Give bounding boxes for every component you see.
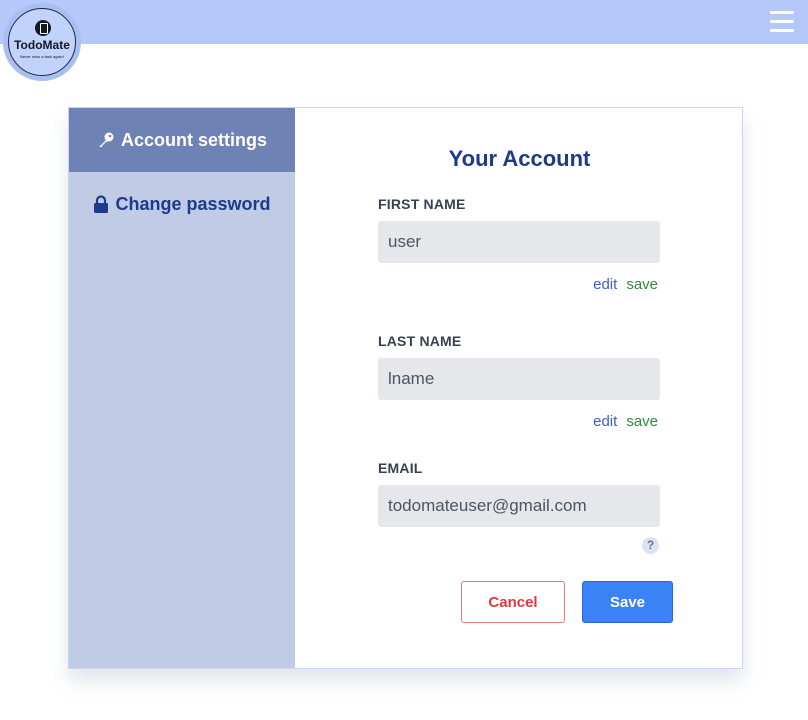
last-name-input[interactable] xyxy=(378,358,660,400)
sidebar-item-account-settings[interactable]: Account settings xyxy=(69,108,295,172)
sidebar-item-label: Account settings xyxy=(120,129,267,150)
key-icon xyxy=(98,132,114,147)
top-bar xyxy=(0,0,808,44)
last-name-save-link[interactable]: save xyxy=(626,413,658,430)
logo-tagline: Never miss a task again! xyxy=(20,54,64,59)
first-name-input[interactable] xyxy=(378,221,660,263)
settings-sidebar: Account settings Change password xyxy=(69,108,295,668)
app-logo[interactable]: TodoMate Never miss a task again! xyxy=(3,3,81,81)
first-name-actions: edit save xyxy=(593,276,658,293)
logo-title: TodoMate xyxy=(14,38,70,52)
first-name-edit-link[interactable]: edit xyxy=(593,276,617,293)
sidebar-item-label: Change password xyxy=(115,193,271,214)
cancel-button[interactable]: Cancel xyxy=(461,581,565,623)
logo-badge: TodoMate Never miss a task again! xyxy=(8,8,76,76)
lock-icon xyxy=(94,195,109,213)
save-button[interactable]: Save xyxy=(582,581,673,623)
account-card: Account settings Change password Your Ac… xyxy=(68,107,743,669)
page-title: Your Account xyxy=(448,146,591,171)
clipboard-icon xyxy=(35,20,51,36)
sidebar-item-change-password[interactable]: Change password xyxy=(69,173,295,235)
first-name-label: FIRST NAME xyxy=(378,196,466,212)
first-name-save-link[interactable]: save xyxy=(626,276,658,293)
last-name-edit-link[interactable]: edit xyxy=(593,413,617,430)
help-icon[interactable]: ? xyxy=(642,537,659,554)
last-name-label: LAST NAME xyxy=(378,333,462,349)
email-label: EMAIL xyxy=(378,460,423,476)
last-name-actions: edit save xyxy=(593,413,658,430)
hamburger-menu-icon[interactable] xyxy=(770,11,794,33)
email-input[interactable] xyxy=(378,485,660,527)
